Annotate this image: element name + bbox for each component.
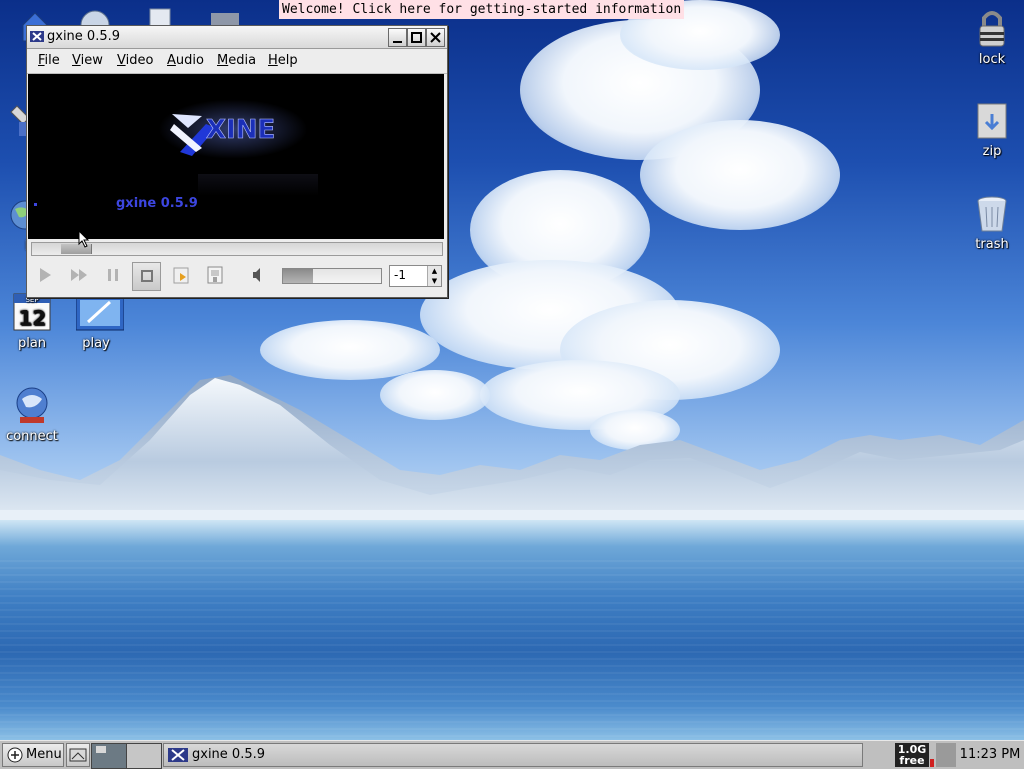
desktop-icon: [69, 748, 87, 762]
playlist-button[interactable]: [202, 262, 228, 288]
show-desktop-button[interactable]: [66, 743, 90, 767]
task-label: gxine 0.5.9: [192, 747, 266, 762]
workspace-window-thumb: [96, 746, 106, 753]
stop-icon: [140, 270, 153, 282]
menu-bar: File View Video Audio Media Help: [27, 49, 447, 74]
gxine-app-icon: [168, 748, 188, 762]
open-file-icon: [173, 267, 189, 284]
desktop-icon-connect[interactable]: connect: [0, 385, 67, 444]
trash-icon: [972, 193, 1012, 233]
osd-marker: [34, 203, 37, 206]
taskbar-divider: [936, 743, 956, 767]
memory-indicator: [930, 759, 934, 767]
menu-audio[interactable]: Audio: [167, 53, 204, 68]
menu-label: Menu: [26, 747, 62, 762]
fast-forward-icon: [71, 269, 87, 281]
desktop-icon-trash[interactable]: trash: [957, 193, 1024, 252]
gxine-window[interactable]: gxine 0.5.9 File View Video Audio Media …: [26, 25, 448, 298]
menu-video[interactable]: Video: [117, 53, 153, 68]
calendar-icon: SEP 12: [12, 292, 52, 332]
taskbar: Menu gxine 0.5.9 1.0G free 11:23 PM: [0, 740, 1024, 769]
mouse-cursor: [78, 230, 90, 248]
osd-title: gxine 0.5.9: [116, 196, 198, 211]
speaker-icon: [253, 268, 260, 282]
desktop-icon-label: zip: [982, 144, 1002, 159]
close-icon: [430, 32, 441, 43]
open-file-button[interactable]: [168, 262, 194, 288]
desktop-icon-play[interactable]: play: [61, 292, 131, 351]
desktop-icon-label: plan: [17, 336, 47, 351]
desktop-icon-label: connect: [6, 429, 58, 444]
workspace-2[interactable]: [126, 743, 162, 769]
network-globe-icon: [12, 385, 52, 425]
desktop-icon-plan[interactable]: SEP 12 plan: [0, 292, 67, 351]
menu-help[interactable]: Help: [268, 53, 298, 68]
mountain-range: [0, 375, 1024, 530]
welcome-banner[interactable]: Welcome! Click here for getting-started …: [279, 0, 685, 19]
video-area[interactable]: XINE gxine 0.5.9: [28, 74, 444, 239]
workspace-1[interactable]: [91, 743, 127, 769]
play-button[interactable]: [32, 262, 58, 288]
xine-logo-text: XINE: [206, 115, 275, 145]
mute-button[interactable]: [244, 262, 270, 288]
speed-spin-button[interactable]: -1 ▲ ▼: [389, 265, 442, 287]
menu-view[interactable]: View: [72, 53, 103, 68]
xine-logo-reflection: [198, 174, 318, 196]
lake-ripples: [0, 560, 1024, 740]
maximize-icon: [411, 32, 422, 43]
pause-button[interactable]: [100, 262, 126, 288]
minimize-button[interactable]: [388, 28, 407, 47]
gxine-app-icon: [30, 30, 44, 43]
fast-forward-button[interactable]: [66, 262, 92, 288]
memory-free-label: free: [899, 754, 925, 767]
memory-monitor: 1.0G free: [895, 743, 929, 767]
archive-icon: [972, 100, 1012, 140]
seek-bar[interactable]: [31, 242, 443, 256]
video-play-icon: [75, 292, 125, 332]
menu-icon: [7, 747, 23, 763]
menu-file[interactable]: File: [38, 53, 60, 68]
minimize-icon: [393, 41, 402, 43]
window-title: gxine 0.5.9: [47, 29, 121, 44]
pause-icon: [108, 269, 118, 281]
desktop-icon-lock[interactable]: lock: [957, 8, 1024, 67]
close-button[interactable]: [426, 28, 445, 47]
window-titlebar[interactable]: gxine 0.5.9: [27, 26, 447, 49]
xine-logo: XINE: [170, 114, 276, 156]
volume-slider[interactable]: [282, 268, 382, 284]
menu-media[interactable]: Media: [217, 53, 256, 68]
maximize-button[interactable]: [407, 28, 426, 47]
spin-down-arrow[interactable]: ▼: [427, 276, 441, 286]
spin-value: -1: [394, 268, 406, 282]
start-menu-button[interactable]: Menu: [2, 743, 64, 767]
play-icon: [40, 268, 51, 282]
desktop-icon-label: trash: [975, 237, 1009, 252]
playlist-icon: [207, 266, 223, 284]
clock[interactable]: 11:23 PM: [958, 743, 1022, 767]
stop-button[interactable]: [132, 262, 161, 291]
cloud: [640, 120, 840, 230]
volume-level: [283, 269, 314, 283]
task-gxine[interactable]: gxine 0.5.9: [163, 743, 863, 767]
padlock-icon: [972, 8, 1012, 48]
calendar-day: 12: [18, 306, 46, 330]
desktop-icon-zip[interactable]: zip: [957, 100, 1024, 159]
spin-up-arrow[interactable]: ▲: [427, 266, 441, 276]
desktop-icon-label: play: [82, 336, 110, 351]
desktop-icon-label: lock: [978, 52, 1006, 67]
